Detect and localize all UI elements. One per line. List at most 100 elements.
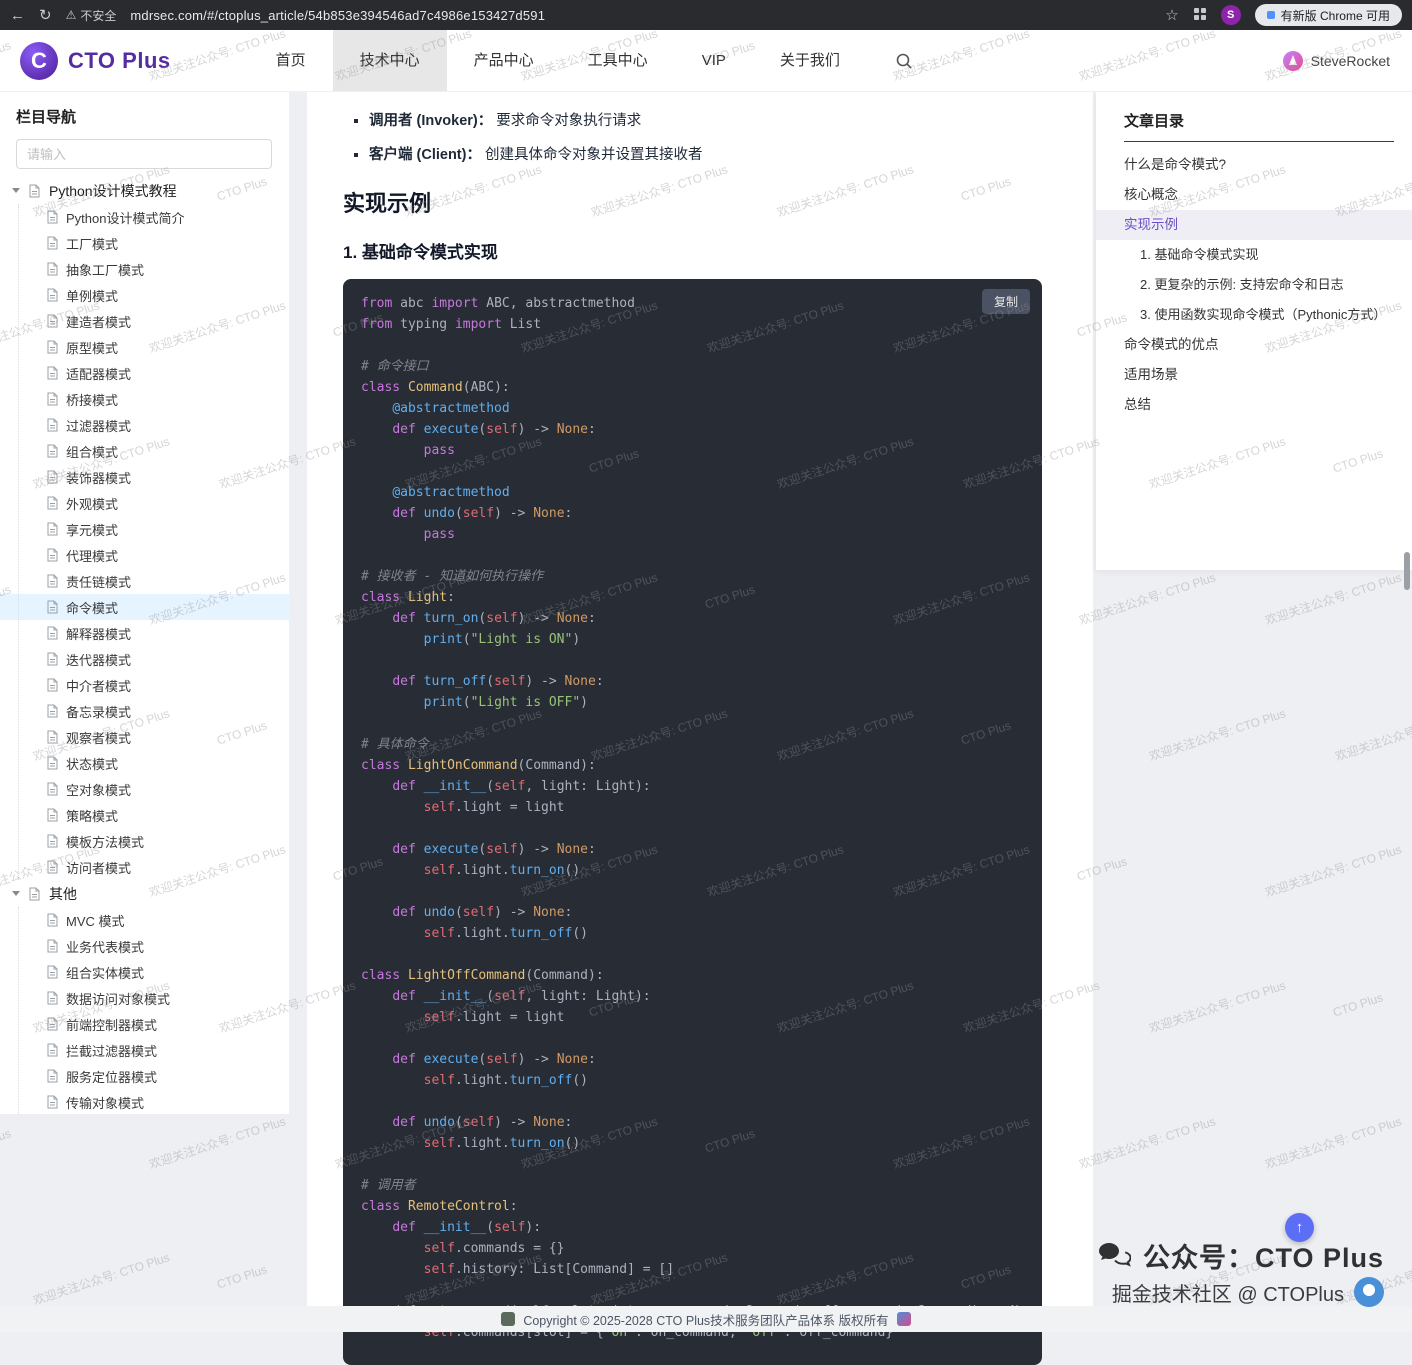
doc-icon	[46, 782, 59, 796]
sidebar-item[interactable]: 抽象工厂模式	[0, 256, 289, 282]
sidebar-item[interactable]: 代理模式	[0, 542, 289, 568]
main-nav: 首页技术中心产品中心工具中心VIP关于我们	[249, 30, 867, 91]
doc-icon	[46, 913, 59, 927]
sidebar-item[interactable]: MVC 模式	[0, 907, 289, 933]
toc-item[interactable]: 总结	[1096, 390, 1412, 420]
sidebar-item[interactable]: 组合模式	[0, 438, 289, 464]
sidebar-item[interactable]: 观察者模式	[0, 724, 289, 750]
sidebar-item[interactable]: 访问者模式	[0, 854, 289, 880]
watermark-text: 欢迎关注公众号: CTO Plus	[1333, 704, 1412, 764]
python-code: from abc import ABC, abstractmethodfrom …	[361, 293, 1042, 1343]
toc-list: 什么是命令模式?核心概念实现示例1. 基础命令模式实现2. 更复杂的示例: 支持…	[1096, 150, 1412, 420]
nav-item[interactable]: 工具中心	[561, 30, 675, 91]
toc-item[interactable]: 核心概念	[1096, 180, 1412, 210]
header-search-button[interactable]	[895, 52, 913, 70]
toc-item[interactable]: 什么是命令模式?	[1096, 150, 1412, 180]
toc-item[interactable]: 3. 使用函数实现命令模式（Pythonic方式）	[1096, 300, 1412, 330]
sidebar-item-label: 前端控制器模式	[66, 1015, 157, 1034]
sidebar-item[interactable]: 空对象模式	[0, 776, 289, 802]
toc-item[interactable]: 适用场景	[1096, 360, 1412, 390]
doc-icon	[46, 236, 59, 250]
sidebar-item-label: 数据访问对象模式	[66, 989, 170, 1008]
sidebar-item[interactable]: 模板方法模式	[0, 828, 289, 854]
sidebar-item[interactable]: 工厂模式	[0, 230, 289, 256]
sidebar-item[interactable]: 桥接模式	[0, 386, 289, 412]
sidebar-item-label: 访问者模式	[66, 858, 131, 877]
doc-icon	[46, 1017, 59, 1031]
sidebar-item[interactable]: Python设计模式简介	[0, 204, 289, 230]
sidebar-item[interactable]: 外观模式	[0, 490, 289, 516]
sidebar-item-label: 装饰器模式	[66, 468, 131, 487]
copy-code-button[interactable]: 复制	[982, 289, 1030, 314]
scrollbar-thumb[interactable]	[1404, 552, 1410, 590]
site-security[interactable]: ⚠ 不安全	[66, 7, 117, 24]
sidebar-item[interactable]: 适配器模式	[0, 360, 289, 386]
back-icon[interactable]: ←	[10, 8, 25, 23]
footer-badge-icon	[897, 1312, 911, 1326]
sidebar-item[interactable]: 拦截过滤器模式	[0, 1037, 289, 1063]
warning-icon: ⚠	[66, 8, 77, 22]
toc-item[interactable]: 命令模式的优点	[1096, 330, 1412, 360]
sidebar-item[interactable]: 解释器模式	[0, 620, 289, 646]
site-logo[interactable]: C CTO Plus	[0, 42, 191, 80]
reload-icon[interactable]: ↻	[39, 8, 52, 23]
nav-item[interactable]: 产品中心	[447, 30, 561, 91]
sidebar-group[interactable]: 其他	[0, 880, 289, 907]
article-content: 调用者 (Invoker)： 要求命令对象执行请求客户端 (Client)： 创…	[307, 92, 1093, 1332]
sidebar-item[interactable]: 服务定位器模式	[0, 1063, 289, 1089]
security-label: 不安全	[80, 7, 116, 24]
doc-icon	[46, 470, 59, 484]
watermark-text: 欢迎关注公众号: CTO Plus	[1263, 568, 1404, 628]
watermark-text: 欢迎关注公众号: CTO Plus	[1077, 1112, 1218, 1172]
extensions-icon[interactable]	[1193, 7, 1207, 24]
nav-item[interactable]: 首页	[249, 30, 333, 91]
sidebar-item[interactable]: 策略模式	[0, 802, 289, 828]
nav-item[interactable]: 技术中心	[333, 30, 447, 91]
sidebar-search-input[interactable]	[16, 139, 272, 169]
nav-item[interactable]: VIP	[675, 30, 753, 91]
nav-item[interactable]: 关于我们	[753, 30, 867, 91]
doc-icon	[46, 860, 59, 874]
sidebar-item[interactable]: 原型模式	[0, 334, 289, 360]
sidebar-item-label: 业务代表模式	[66, 937, 144, 956]
sidebar-item[interactable]: 过滤器模式	[0, 412, 289, 438]
doc-icon	[46, 574, 59, 588]
sidebar-item[interactable]: 数据访问对象模式	[0, 985, 289, 1011]
doc-icon	[46, 991, 59, 1005]
sidebar-item[interactable]: 命令模式	[0, 594, 289, 620]
sidebar-item[interactable]: 业务代表模式	[0, 933, 289, 959]
sidebar-item[interactable]: 中介者模式	[0, 672, 289, 698]
user-menu[interactable]: SteveRocket	[1283, 51, 1412, 71]
sidebar-group[interactable]: Python设计模式教程	[0, 177, 289, 204]
sidebar-group-label: 其他	[49, 884, 77, 904]
sidebar-item[interactable]: 建造者模式	[0, 308, 289, 334]
watermark-text: CTO Plus	[215, 1262, 269, 1291]
search-icon	[895, 52, 913, 70]
sidebar-item-label: 适配器模式	[66, 364, 131, 383]
address-bar[interactable]: mdrsec.com/#/ctoplus_article/54b853e3945…	[130, 8, 545, 23]
doc-icon	[46, 366, 59, 380]
doc-icon	[46, 392, 59, 406]
sidebar-item[interactable]: 组合实体模式	[0, 959, 289, 985]
profile-avatar[interactable]: S	[1221, 5, 1241, 25]
sidebar-item[interactable]: 状态模式	[0, 750, 289, 776]
toc-item[interactable]: 2. 更复杂的示例: 支持宏命令和日志	[1096, 270, 1412, 300]
sidebar-item[interactable]: 责任链模式	[0, 568, 289, 594]
watermark-text: 欢迎关注公众号: CTO Plus	[1147, 704, 1288, 764]
sidebar-item[interactable]: 享元模式	[0, 516, 289, 542]
sidebar-item[interactable]: 备忘录模式	[0, 698, 289, 724]
toc-item[interactable]: 1. 基础命令模式实现	[1096, 240, 1412, 270]
sidebar-item[interactable]: 单例模式	[0, 282, 289, 308]
watermark-text: 欢迎关注公众号: CTO Plus	[1077, 568, 1218, 628]
chrome-update-chip[interactable]: 有新版 Chrome 可用	[1255, 4, 1402, 26]
sidebar-item-label: 单例模式	[66, 286, 118, 305]
toc-item[interactable]: 实现示例	[1096, 210, 1412, 240]
bookmark-star-icon[interactable]: ☆	[1165, 8, 1178, 23]
sidebar-item-label: 组合实体模式	[66, 963, 144, 982]
doc-icon	[46, 704, 59, 718]
sidebar-item[interactable]: 前端控制器模式	[0, 1011, 289, 1037]
sidebar-item[interactable]: 装饰器模式	[0, 464, 289, 490]
sidebar-item[interactable]: 迭代器模式	[0, 646, 289, 672]
subsection-heading: 1. 基础命令模式实现	[343, 238, 1093, 263]
sidebar-item[interactable]: 传输对象模式	[0, 1089, 289, 1115]
